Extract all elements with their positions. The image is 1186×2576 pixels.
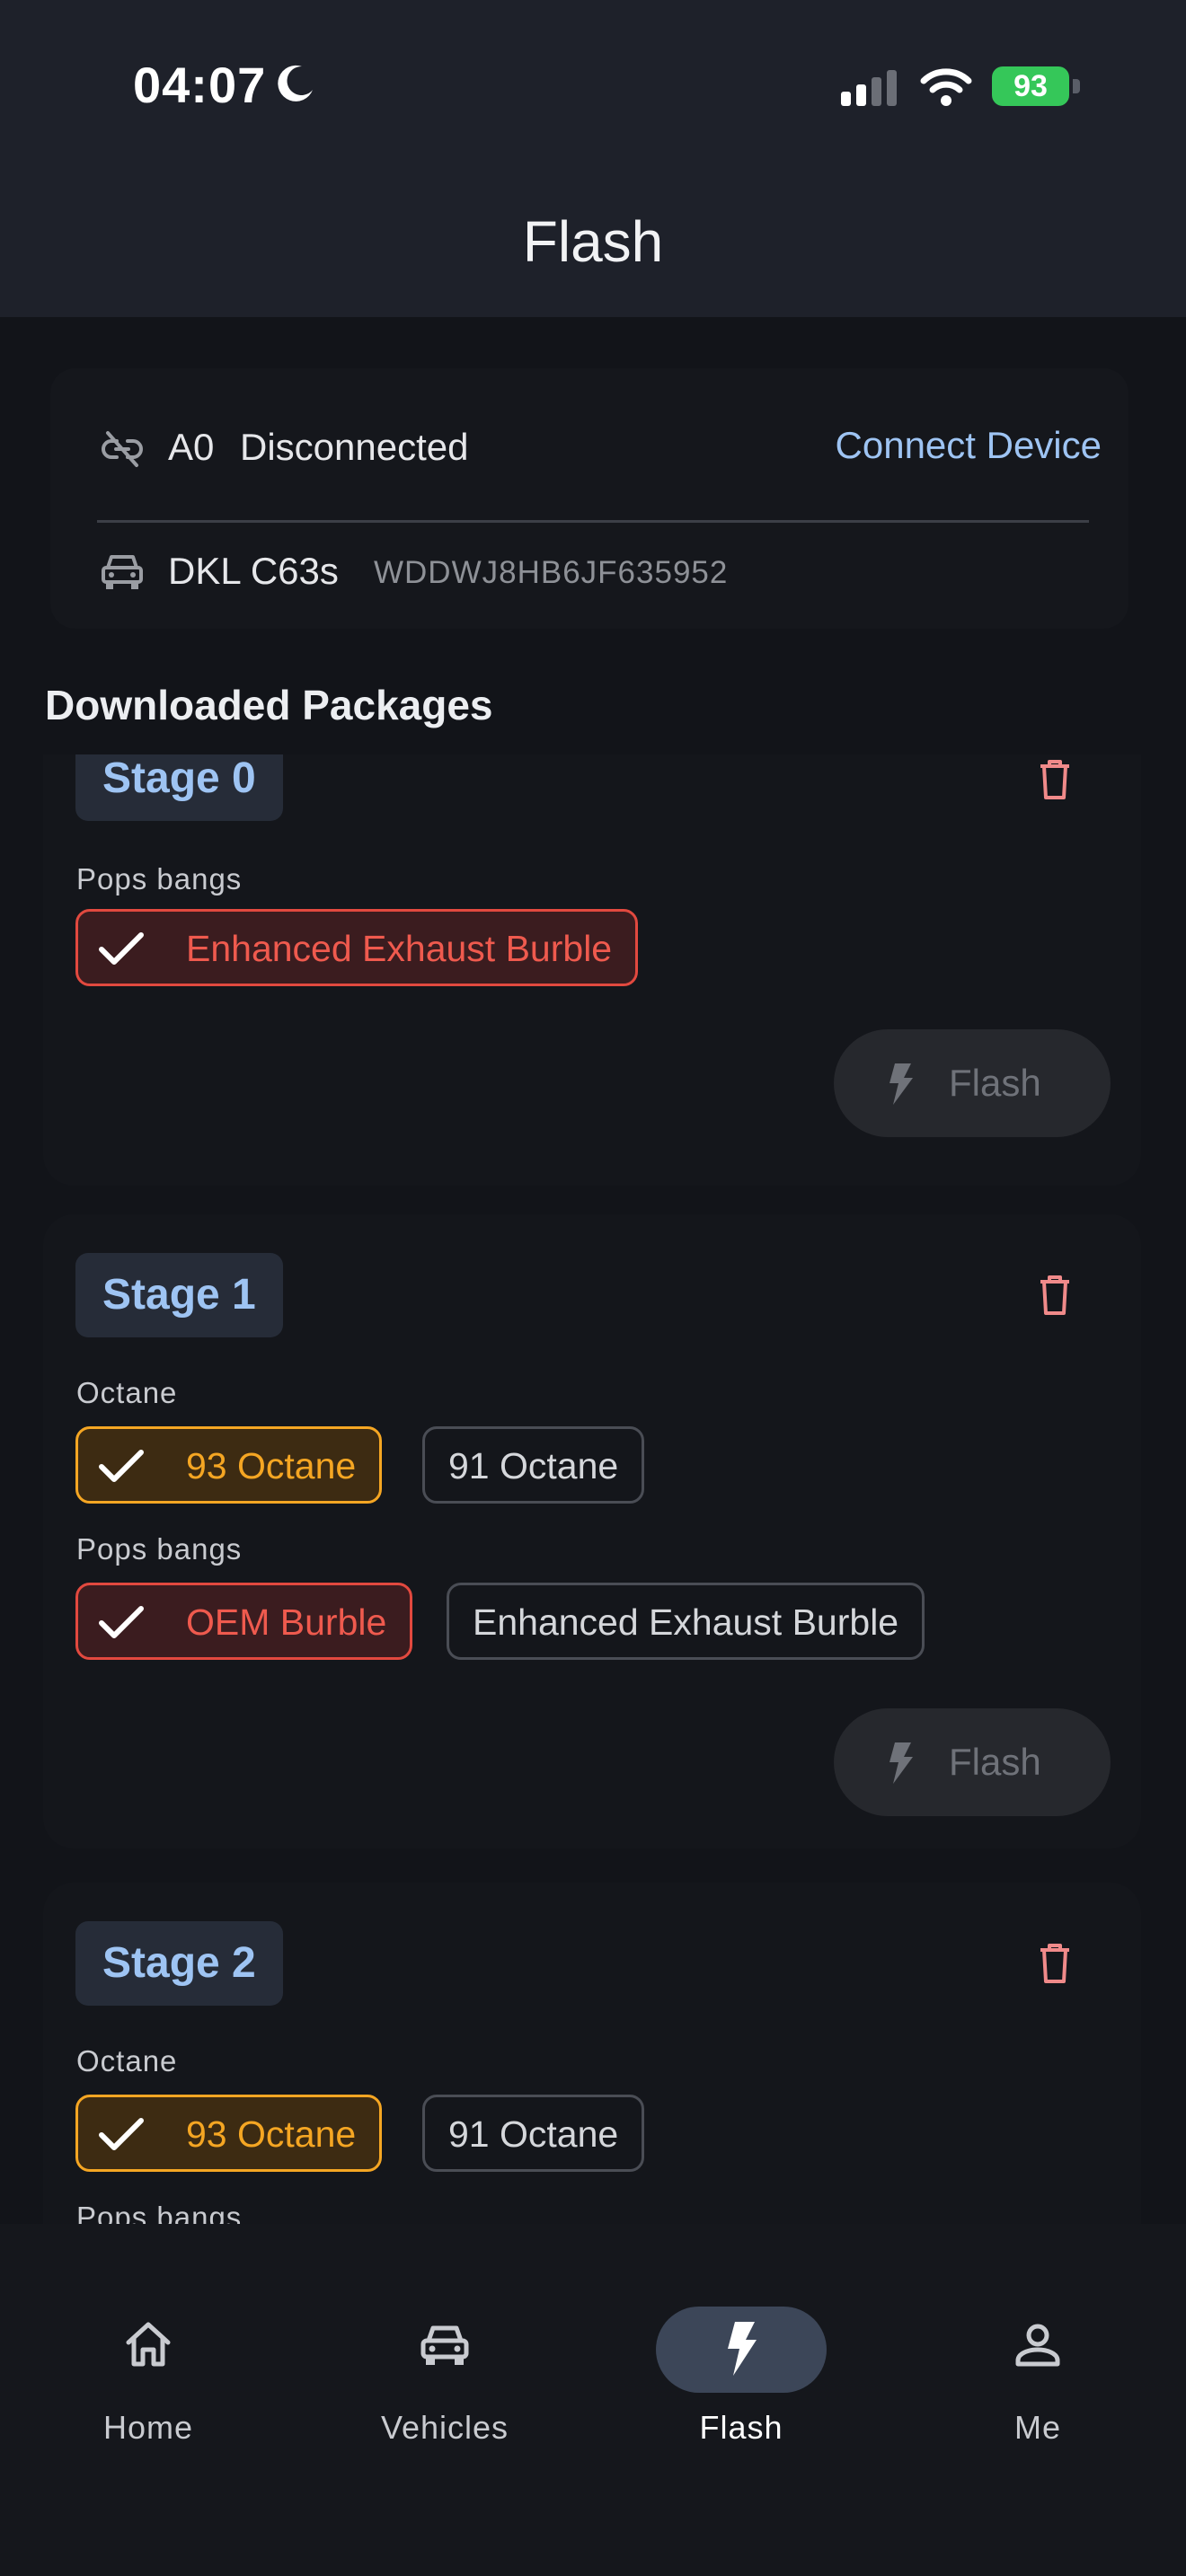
bolt-icon xyxy=(890,1742,913,1784)
package-card: Stage 2 Octane 93 Octane 91 Octane Pops … xyxy=(43,1883,1141,2224)
stage-badge: Stage 0 xyxy=(75,754,283,821)
section-title: Downloaded Packages xyxy=(45,682,493,728)
nav-item-label: Home xyxy=(102,2409,194,2446)
nav-item-me[interactable]: Me xyxy=(890,2224,1186,2446)
check-icon xyxy=(99,1450,144,1482)
option-chip-selected[interactable]: 93 Octane xyxy=(75,1426,383,1504)
car-icon xyxy=(420,2325,469,2365)
bottom-nav: Home Vehicles Flash Me xyxy=(0,2224,1186,2576)
option-group-label: Pops bangs xyxy=(76,1532,243,1566)
nav-item-label: Vehicles xyxy=(380,2409,509,2446)
link-off-icon xyxy=(102,431,143,467)
wifi-icon xyxy=(920,68,972,106)
divider xyxy=(97,520,1089,523)
battery-level: 93 xyxy=(992,66,1069,106)
nav-active-indicator[interactable] xyxy=(656,2307,827,2393)
bolt-icon xyxy=(890,1063,913,1105)
delete-icon[interactable] xyxy=(1037,758,1073,801)
delete-icon[interactable] xyxy=(1037,1274,1073,1317)
car-icon xyxy=(102,555,143,589)
check-icon xyxy=(99,2118,144,2150)
option-group-label: Pops bangs xyxy=(76,862,243,895)
stage-badge: Stage 2 xyxy=(75,1921,283,2006)
home-icon xyxy=(126,2322,171,2367)
connect-device-button[interactable]: Connect Device xyxy=(836,424,1102,467)
option-chip[interactable]: 91 Octane xyxy=(422,1426,645,1504)
battery-nub xyxy=(1073,79,1080,93)
top-bar: 04:07 93 Flash xyxy=(0,0,1186,317)
option-group-label: Octane xyxy=(76,2044,178,2078)
device-row: A0 Disconnected Connect Device xyxy=(50,422,1102,476)
check-icon xyxy=(99,932,144,965)
package-card: Stage 0 Pops bangs Enhanced Exhaust Burb… xyxy=(43,754,1141,1186)
option-chip-label: OEM Burble xyxy=(186,1601,387,1643)
option-chip[interactable]: Enhanced Exhaust Burble xyxy=(447,1583,925,1660)
option-chip-label: 93 Octane xyxy=(186,2113,357,2155)
cellular-signal-icon xyxy=(841,70,897,106)
nav-item-label: Me xyxy=(1013,2409,1061,2446)
moon-icon xyxy=(278,65,313,101)
person-icon xyxy=(1015,2324,1060,2367)
package-list[interactable]: Stage 0 Pops bangs Enhanced Exhaust Burb… xyxy=(0,754,1186,2224)
option-chip-label: Enhanced Exhaust Burble xyxy=(186,928,613,969)
flash-button-label: Flash xyxy=(949,1741,1041,1783)
nav-item-home[interactable]: Home xyxy=(0,2224,296,2446)
option-group-label: Pops bangs xyxy=(76,2201,243,2224)
package-card: Stage 1 Octane 93 Octane 91 Octane Pops … xyxy=(43,1214,1141,1848)
flash-button[interactable]: Flash xyxy=(834,1029,1111,1137)
option-chip-selected[interactable]: 93 Octane xyxy=(75,2095,383,2172)
check-icon xyxy=(99,1606,144,1638)
vehicle-vin: WDDWJ8HB6JF635952 xyxy=(374,555,729,590)
device-status: Disconnected xyxy=(240,426,469,468)
flash-button-label: Flash xyxy=(949,1062,1041,1104)
flash-button[interactable]: Flash xyxy=(834,1708,1111,1816)
vehicle-name: DKL C63s xyxy=(168,550,339,592)
delete-icon[interactable] xyxy=(1037,1942,1073,1985)
battery-indicator: 93 xyxy=(992,66,1082,106)
bolt-icon xyxy=(728,2322,757,2376)
option-chip-selected[interactable]: Enhanced Exhaust Burble xyxy=(75,909,639,986)
nav-item-vehicles[interactable]: Vehicles xyxy=(296,2224,593,2446)
nav-item-label: Flash xyxy=(699,2409,783,2446)
stage-badge: Stage 1 xyxy=(75,1253,283,1337)
status-time: 04:07 xyxy=(133,57,267,113)
option-chip-selected[interactable]: OEM Burble xyxy=(75,1583,413,1660)
option-chip[interactable]: 91 Octane xyxy=(422,2095,645,2172)
page-title: Flash xyxy=(522,209,664,274)
option-chip-label: 93 Octane xyxy=(186,1445,357,1486)
device-name: A0 xyxy=(168,426,215,468)
option-group-label: Octane xyxy=(76,1376,178,1409)
